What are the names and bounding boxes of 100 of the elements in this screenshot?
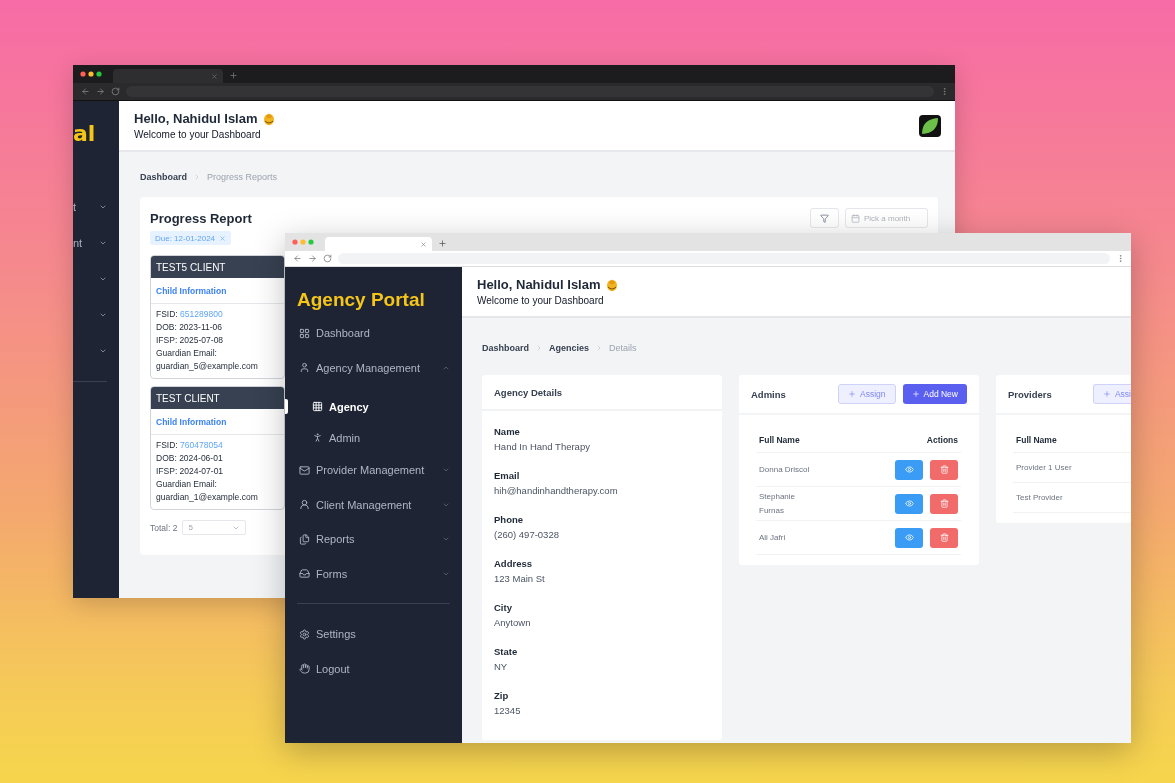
files-icon [299,533,310,545]
plus-icon[interactable] [438,239,447,248]
view-button[interactable] [895,527,923,548]
field-value: Hand In Hand Therapy [494,441,591,452]
chevron-down-icon[interactable] [99,275,107,283]
forward-arrow-icon[interactable] [308,254,317,263]
close-icon[interactable] [420,240,427,248]
breadcrumb-link[interactable]: Agencies [549,343,590,353]
fsid-text: FSID: 651289800 [156,309,224,320]
field-value: NY [494,661,509,672]
plus-icon [911,390,920,398]
trash-icon [939,465,949,474]
chevron-down-icon[interactable] [99,203,107,211]
field-label: Address [494,558,533,569]
table-icon [312,401,323,412]
client-detail: guardian_1@example.com [156,492,259,503]
column-header: Full Name [1016,434,1057,445]
card-title: Providers [1008,388,1053,400]
forward-arrow-icon[interactable] [96,87,105,96]
eye-icon [904,465,914,474]
card-title: Admins [751,388,787,400]
filter-button[interactable] [810,208,839,228]
sidebar-item[interactable]: t [73,201,77,213]
field-label: Phone [494,514,525,525]
leaf-logo-icon [919,114,941,137]
table-cell-text: Test Provider [1016,491,1063,504]
client-detail: Guardian Email: [156,479,218,490]
sidebar-item[interactable]: Dashboard [285,316,462,351]
sidebar-item[interactable]: Reports [285,522,462,557]
grid-icon [299,327,310,339]
breadcrumb-link[interactable]: Dashboard [140,172,187,182]
client-detail: IFSP: 2024-07-01 [156,466,225,477]
client-detail: Guardian Email: [156,348,218,359]
client-name: TEST CLIENT [151,387,284,409]
view-button[interactable] [895,459,923,480]
sidebar-item[interactable]: Forms [285,556,462,591]
eye-icon [904,499,914,508]
section-link[interactable]: Child Information [151,409,284,435]
card-title: Progress Report [150,211,252,226]
table-cell-text: Stephanie Furnas [759,490,797,517]
user-icon [299,362,310,374]
close-icon[interactable] [219,234,227,242]
sidebar-item[interactable]: Agency [285,391,462,422]
client-detail: DOB: 2024-06-01 [156,453,224,464]
client-detail: guardian_5@example.com [156,361,259,372]
sidebar-item[interactable]: Admin [285,422,462,453]
trash-icon [939,499,949,508]
trash-icon [939,533,949,542]
chevron-down-icon[interactable] [99,347,107,355]
reload-icon[interactable] [111,87,120,96]
field-value: 12345 [494,705,522,716]
sidebar-item[interactable]: nt [73,237,83,249]
welcome-subtitle: Welcome to your Dashboard [477,295,605,306]
app-logo: al [73,120,97,148]
menu-icon[interactable] [1116,254,1125,263]
back-arrow-icon[interactable] [81,87,90,96]
field-value: hih@handinhandtherapy.com [494,485,619,496]
breadcrumb-link[interactable]: Dashboard [482,343,529,353]
column-header: Actions [926,434,958,445]
field-value: Anytown [494,617,532,628]
sidebar-item[interactable]: Client Management [285,487,462,522]
section-link[interactable]: Child Information [151,278,284,304]
column-header: Full Name [759,434,800,445]
view-button[interactable] [895,493,923,514]
welcome-subtitle: Welcome to your Dashboard [134,129,262,140]
delete-button[interactable] [930,527,958,548]
back-arrow-icon[interactable] [293,254,302,263]
plus-icon[interactable] [229,71,238,80]
fsid-text: FSID: 760478054 [156,440,224,451]
table-cell-text: Donna Driscol [759,463,810,476]
sidebar-item[interactable]: Provider Management [285,453,462,488]
mail-icon [299,464,310,476]
sidebar-item[interactable]: Logout [285,651,462,686]
field-value: 123 Main St [494,573,546,584]
close-icon[interactable] [211,72,218,80]
field-label: City [494,602,513,613]
chevron-down-icon[interactable] [99,239,107,247]
field-label: Name [494,426,521,437]
window-controls-icon[interactable] [80,71,104,77]
menu-icon[interactable] [940,87,949,96]
chevron-down-icon[interactable] [99,311,107,319]
card-title: Agency Details [482,375,722,411]
client-name: TEST5 CLIENT [151,256,284,278]
filter-icon [820,213,829,223]
add-new-button[interactable]: Add New [902,384,967,404]
field-label: State [494,646,519,657]
calendar-icon [851,213,860,223]
sidebar-item[interactable]: Settings [285,617,462,652]
client-detail: DOB: 2023-11-06 [156,322,223,333]
plus-icon [1102,390,1111,398]
delete-button[interactable] [930,459,958,480]
greeting: Hello, Nahidul Islam [134,111,258,126]
greeting: Hello, Nahidul Islam [477,277,601,292]
user-icon [299,499,310,511]
chevron-right-icon [535,344,543,352]
table-cell-text: Ali Jafri [759,531,786,544]
delete-button[interactable] [930,493,958,514]
eye-icon [904,533,914,542]
sidebar-item[interactable]: Agency Management [285,350,462,385]
reload-icon[interactable] [323,254,332,263]
